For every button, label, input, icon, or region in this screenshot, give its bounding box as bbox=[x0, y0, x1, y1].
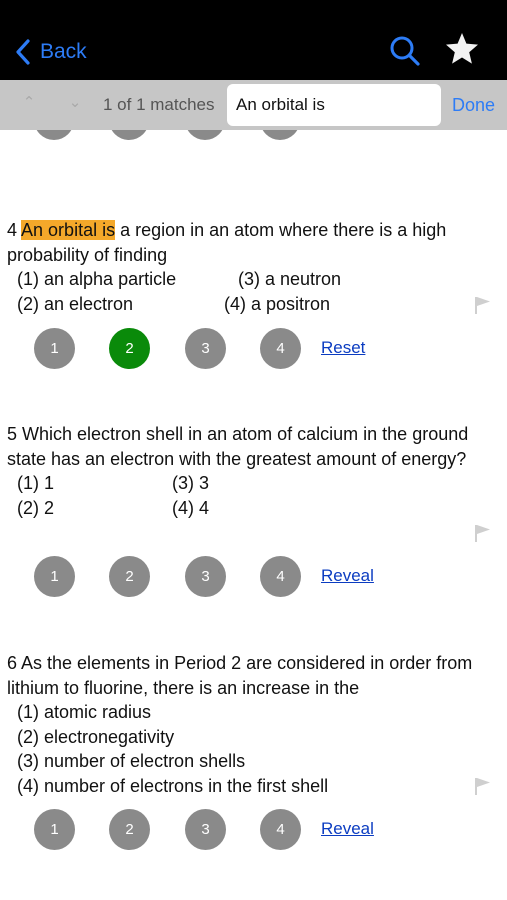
answer-button-partial[interactable] bbox=[185, 130, 225, 140]
answer-button-3[interactable]: 3 bbox=[185, 809, 226, 850]
find-input[interactable] bbox=[227, 84, 441, 126]
answer-button-2[interactable]: 2 bbox=[109, 556, 150, 597]
answer-button-4[interactable]: 4 bbox=[260, 556, 301, 597]
options: (1) atomic radius (2) electronegativity … bbox=[17, 700, 501, 798]
flag-icon[interactable] bbox=[474, 777, 491, 795]
question-text: 5 Which electron shell in an atom of cal… bbox=[7, 424, 469, 469]
find-in-page-bar: ⌃ ⌄ 1 of 1 matches Done bbox=[0, 80, 507, 130]
back-button[interactable]: Back bbox=[14, 34, 87, 70]
option-4: (4) 4 bbox=[172, 497, 210, 518]
previous-match-chevron-up-icon[interactable]: ⌃ bbox=[20, 94, 38, 112]
question-text: 4 An orbital is a region in an atom wher… bbox=[7, 218, 501, 267]
option-1: (1) atomic radius bbox=[17, 702, 152, 722]
question-6: 6 As the elements in Period 2 are consid… bbox=[7, 651, 501, 798]
back-label: Back bbox=[40, 40, 87, 63]
answer-button-3[interactable]: 3 bbox=[185, 328, 226, 369]
option-3: (3) a neutron bbox=[238, 269, 342, 289]
flag-icon[interactable] bbox=[474, 524, 491, 542]
reveal-link[interactable]: Reveal bbox=[321, 566, 374, 586]
answer-buttons-q5: 1 2 3 4 Reveal bbox=[0, 556, 507, 598]
previous-answer-row bbox=[0, 130, 507, 140]
answer-button-1[interactable]: 1 bbox=[34, 556, 75, 597]
favorite-star-icon[interactable] bbox=[443, 30, 481, 68]
answer-button-partial[interactable] bbox=[109, 130, 149, 140]
reveal-link[interactable]: Reveal bbox=[321, 819, 374, 839]
flag-icon[interactable] bbox=[474, 296, 491, 314]
answer-button-2-selected[interactable]: 2 bbox=[109, 328, 150, 369]
next-match-chevron-down-icon[interactable]: ⌄ bbox=[66, 94, 84, 112]
navigation-bar: Back bbox=[0, 0, 507, 80]
options: (1) 1 (3) 3 (2) 2 (4) 4 bbox=[17, 471, 501, 520]
option-1: (1) 1 bbox=[17, 473, 55, 493]
match-count: 1 of 1 matches bbox=[103, 95, 215, 114]
answer-button-partial[interactable] bbox=[34, 130, 74, 140]
question-number: 4 bbox=[7, 220, 18, 240]
option-4: (4) number of electrons in the first she… bbox=[17, 775, 329, 796]
answer-button-4[interactable]: 4 bbox=[260, 809, 301, 850]
answer-button-2[interactable]: 2 bbox=[109, 809, 150, 850]
search-highlight: An orbital is bbox=[21, 220, 116, 240]
option-4: (4) a positron bbox=[224, 293, 331, 314]
question-4: 4 An orbital is a region in an atom wher… bbox=[7, 218, 501, 316]
answer-button-3[interactable]: 3 bbox=[185, 556, 226, 597]
question-5: 5 Which electron shell in an atom of cal… bbox=[7, 422, 501, 520]
option-2: (2) 2 bbox=[17, 497, 55, 518]
answer-buttons-q4: 1 2 3 4 Reset bbox=[0, 328, 507, 370]
options: (1) an alpha particle (3) a neutron (2) … bbox=[17, 267, 501, 316]
option-2: (2) electronegativity bbox=[17, 726, 175, 747]
option-3: (3) number of electron shells bbox=[17, 751, 246, 771]
option-1: (1) an alpha particle bbox=[17, 269, 177, 289]
option-2: (2) an electron bbox=[17, 293, 134, 314]
answer-button-partial[interactable] bbox=[260, 130, 300, 140]
reset-link[interactable]: Reset bbox=[321, 338, 365, 358]
search-icon[interactable] bbox=[388, 34, 422, 68]
done-button[interactable]: Done bbox=[452, 95, 495, 116]
answer-button-1[interactable]: 1 bbox=[34, 328, 75, 369]
answer-button-4[interactable]: 4 bbox=[260, 328, 301, 369]
answer-button-1[interactable]: 1 bbox=[34, 809, 75, 850]
option-3: (3) 3 bbox=[172, 473, 210, 493]
answer-buttons-q6: 1 2 3 4 Reveal bbox=[0, 809, 507, 851]
chevron-left-icon bbox=[16, 39, 30, 65]
questions-list: 4 An orbital is a region in an atom wher… bbox=[0, 130, 507, 900]
question-text: 6 As the elements in Period 2 are consid… bbox=[7, 653, 473, 698]
